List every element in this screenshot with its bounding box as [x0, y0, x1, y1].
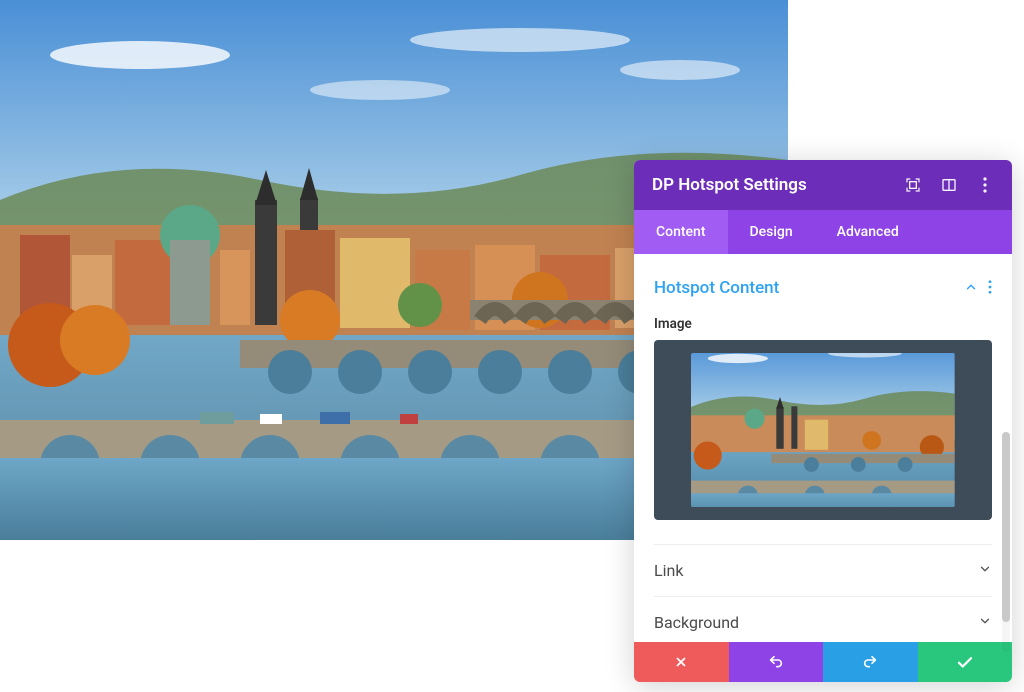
section-more-icon[interactable]	[988, 279, 992, 298]
image-field-label: Image	[654, 316, 992, 332]
section-link-title: Link	[654, 561, 683, 580]
section-hotspot-content-header[interactable]: Hotspot Content	[654, 274, 992, 312]
tab-design[interactable]: Design	[728, 210, 815, 254]
chevron-down-icon	[978, 613, 992, 632]
scrollbar[interactable]	[1002, 432, 1010, 652]
save-button[interactable]	[918, 642, 1013, 682]
redo-button[interactable]	[823, 642, 918, 682]
section-title: Hotspot Content	[654, 278, 779, 298]
scrollbar-thumb[interactable]	[1002, 432, 1010, 622]
settings-panel: DP Hotspot Settings Content Design Advan…	[634, 160, 1012, 682]
tab-advanced[interactable]: Advanced	[815, 210, 921, 254]
tab-content[interactable]: Content	[634, 210, 728, 254]
chevron-up-icon[interactable]	[964, 279, 978, 298]
panel-body: Hotspot Content Image	[634, 254, 1012, 642]
cancel-button[interactable]	[634, 642, 729, 682]
tabs: Content Design Advanced	[634, 210, 1012, 254]
chevron-down-icon	[978, 561, 992, 580]
more-icon[interactable]	[976, 176, 994, 194]
panel-title: DP Hotspot Settings	[652, 175, 896, 195]
section-background-title: Background	[654, 613, 739, 632]
undo-button[interactable]	[729, 642, 824, 682]
image-upload-well[interactable]	[654, 340, 992, 520]
panel-header: DP Hotspot Settings	[634, 160, 1012, 210]
columns-icon[interactable]	[940, 176, 958, 194]
section-background[interactable]: Background	[654, 596, 992, 642]
section-link[interactable]: Link	[654, 544, 992, 596]
footer-actions	[634, 642, 1012, 682]
image-thumbnail	[691, 353, 955, 508]
expand-icon[interactable]	[904, 176, 922, 194]
